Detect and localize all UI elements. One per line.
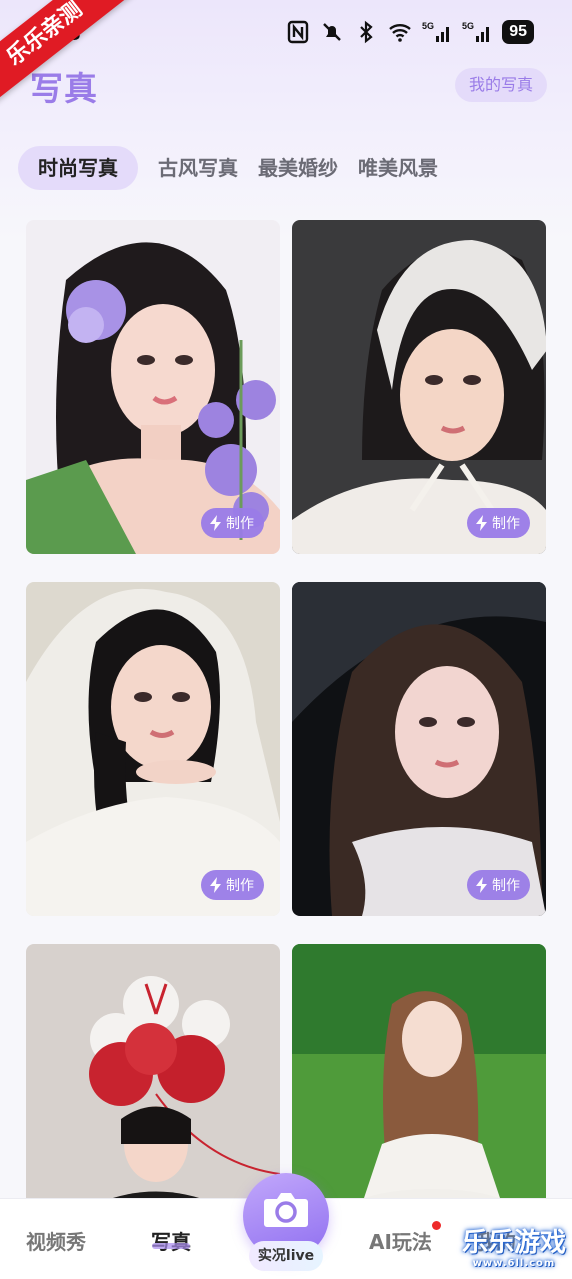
wifi-icon bbox=[389, 24, 412, 42]
make-button-label: 制作 bbox=[226, 516, 254, 532]
lightning-icon bbox=[476, 877, 487, 893]
photo-card[interactable]: 制作 bbox=[292, 582, 546, 916]
page-title: 写真 bbox=[30, 69, 98, 108]
svg-text:5G: 5G bbox=[462, 21, 474, 31]
make-button[interactable]: 制作 bbox=[467, 508, 530, 538]
tab-ancient-style[interactable]: 古风写真 bbox=[158, 146, 238, 190]
site-watermark: 乐乐游戏 www.6ll.com bbox=[456, 1228, 572, 1278]
tab-fashion[interactable]: 时尚写真 bbox=[18, 146, 138, 190]
camera-icon bbox=[264, 1193, 308, 1227]
nav-video-show[interactable]: 视频秀 bbox=[26, 1226, 86, 1255]
site-watermark-url: www.6ll.com bbox=[472, 1258, 556, 1269]
portrait-image bbox=[26, 220, 280, 554]
signal-5g-icon: 5G bbox=[462, 21, 490, 42]
battery-indicator: 95 bbox=[502, 20, 534, 44]
lightning-icon bbox=[210, 515, 221, 531]
category-tabs: 时尚写真 古风写真 最美婚纱 唯美风景 bbox=[18, 146, 438, 190]
make-button-label: 制作 bbox=[492, 878, 520, 894]
make-button[interactable]: 制作 bbox=[201, 870, 264, 900]
signal-5g-icon: 5G bbox=[422, 21, 450, 42]
notification-dot bbox=[432, 1221, 441, 1230]
portrait-image bbox=[26, 582, 280, 916]
make-button[interactable]: 制作 bbox=[201, 508, 264, 538]
bluetooth-icon bbox=[360, 20, 373, 44]
mute-icon bbox=[323, 23, 342, 41]
make-button[interactable]: 制作 bbox=[467, 870, 530, 900]
live-label[interactable]: 实况live bbox=[249, 1241, 323, 1271]
lightning-icon bbox=[476, 515, 487, 531]
make-button-label: 制作 bbox=[226, 878, 254, 894]
photo-card[interactable]: 制作 bbox=[292, 220, 546, 554]
nfc-icon bbox=[288, 20, 309, 44]
svg-text:5G: 5G bbox=[422, 21, 434, 31]
portrait-image bbox=[292, 220, 546, 554]
status-icons: 5G 5G 95 bbox=[286, 20, 534, 44]
tab-wedding[interactable]: 最美婚纱 bbox=[258, 146, 338, 190]
make-button-label: 制作 bbox=[492, 516, 520, 532]
portrait-image bbox=[292, 582, 546, 916]
lightning-icon bbox=[210, 877, 221, 893]
tab-scenery[interactable]: 唯美风景 bbox=[358, 146, 438, 190]
photo-card[interactable]: 制作 bbox=[26, 582, 280, 916]
photo-card[interactable]: 制作 bbox=[26, 220, 280, 554]
site-watermark-title: 乐乐游戏 bbox=[461, 1228, 566, 1258]
nav-active-indicator bbox=[152, 1243, 190, 1249]
nav-photos[interactable]: 写真 bbox=[151, 1226, 191, 1255]
my-photos-button[interactable]: 我的写真 bbox=[454, 68, 547, 102]
nav-ai-play[interactable]: AI玩法 bbox=[369, 1226, 432, 1255]
